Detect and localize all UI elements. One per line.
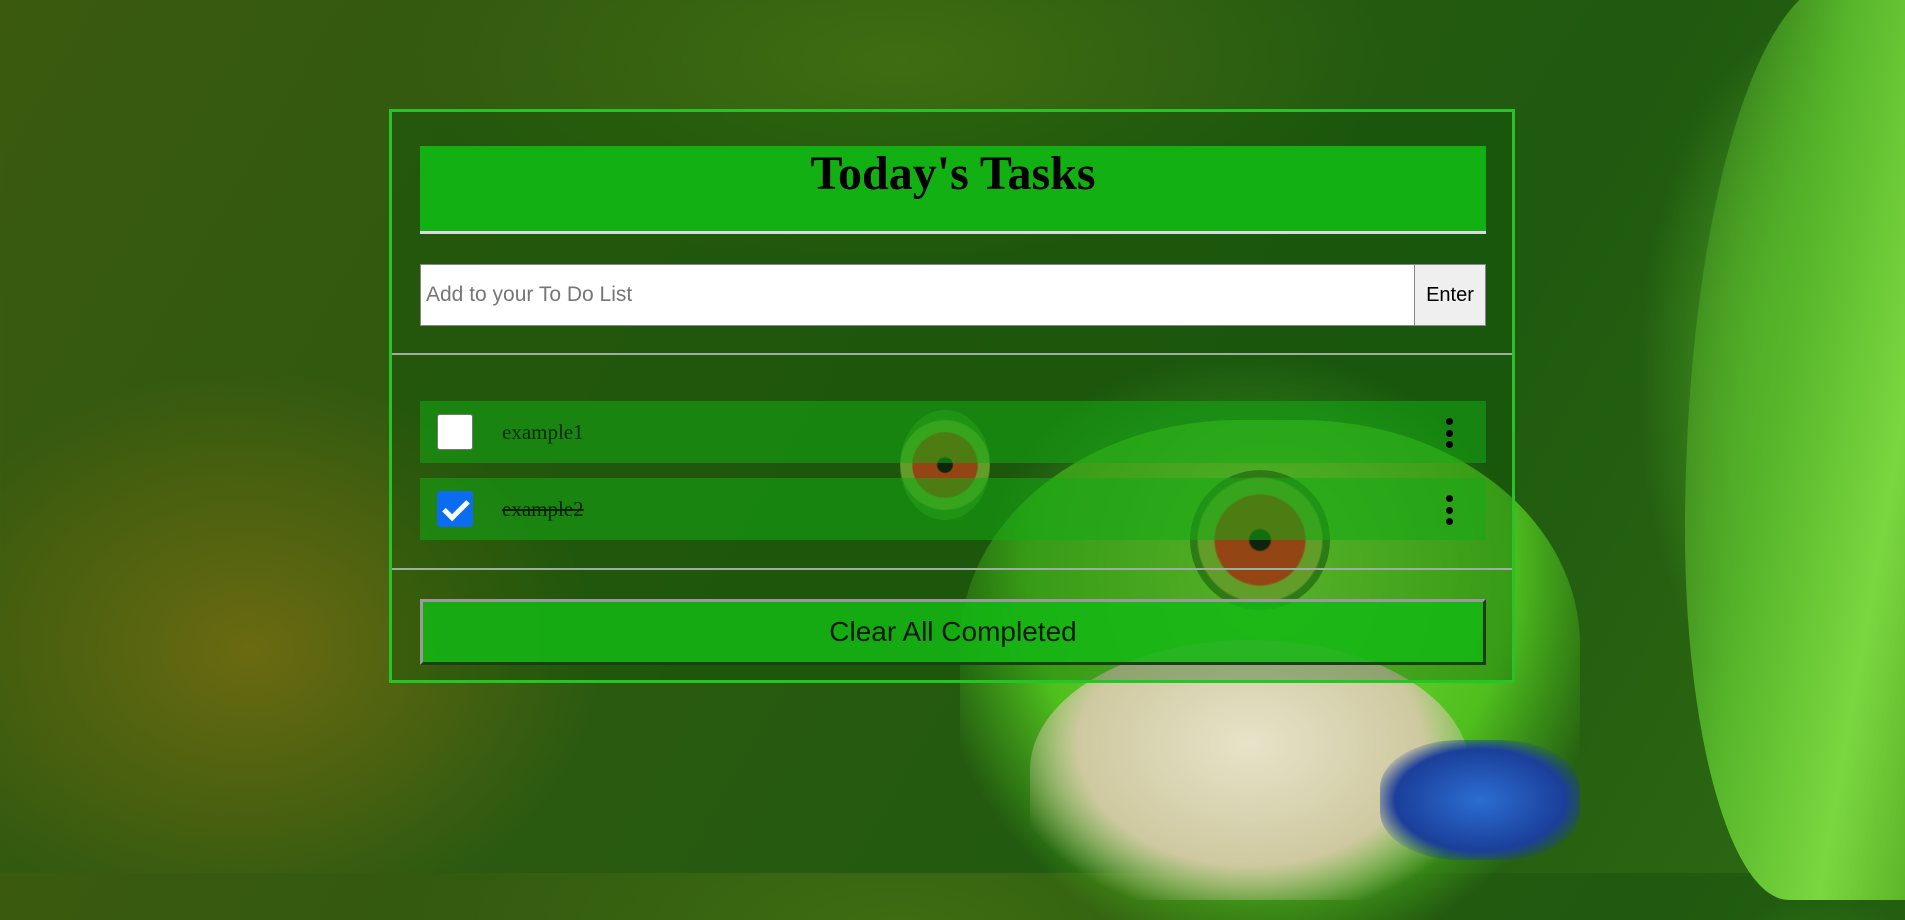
title-bar: Today's Tasks <box>420 146 1486 234</box>
more-vertical-icon[interactable] <box>1444 495 1454 525</box>
frog-leg <box>1380 740 1580 860</box>
page-title: Today's Tasks <box>810 147 1096 200</box>
header-section: Today's Tasks Enter <box>392 112 1512 355</box>
list-item: example1 <box>420 401 1486 463</box>
footer-section: Clear All Completed <box>392 570 1512 680</box>
task-label: example1 <box>502 419 584 444</box>
leaf-shape <box>1685 0 1905 900</box>
todo-card: Today's Tasks Enter example1 example2 Cl… <box>389 109 1515 683</box>
add-task-row: Enter <box>420 264 1486 326</box>
enter-button[interactable]: Enter <box>1414 264 1486 326</box>
task-label: example2 <box>502 496 584 521</box>
checkmark-icon <box>442 493 470 522</box>
more-vertical-icon[interactable] <box>1444 418 1454 448</box>
task-list: example1 example2 <box>392 355 1512 570</box>
task-checkbox[interactable] <box>437 491 473 527</box>
add-task-input[interactable] <box>420 264 1414 326</box>
list-item: example2 <box>420 478 1486 540</box>
clear-completed-button[interactable]: Clear All Completed <box>420 599 1486 665</box>
task-checkbox[interactable] <box>437 414 473 450</box>
